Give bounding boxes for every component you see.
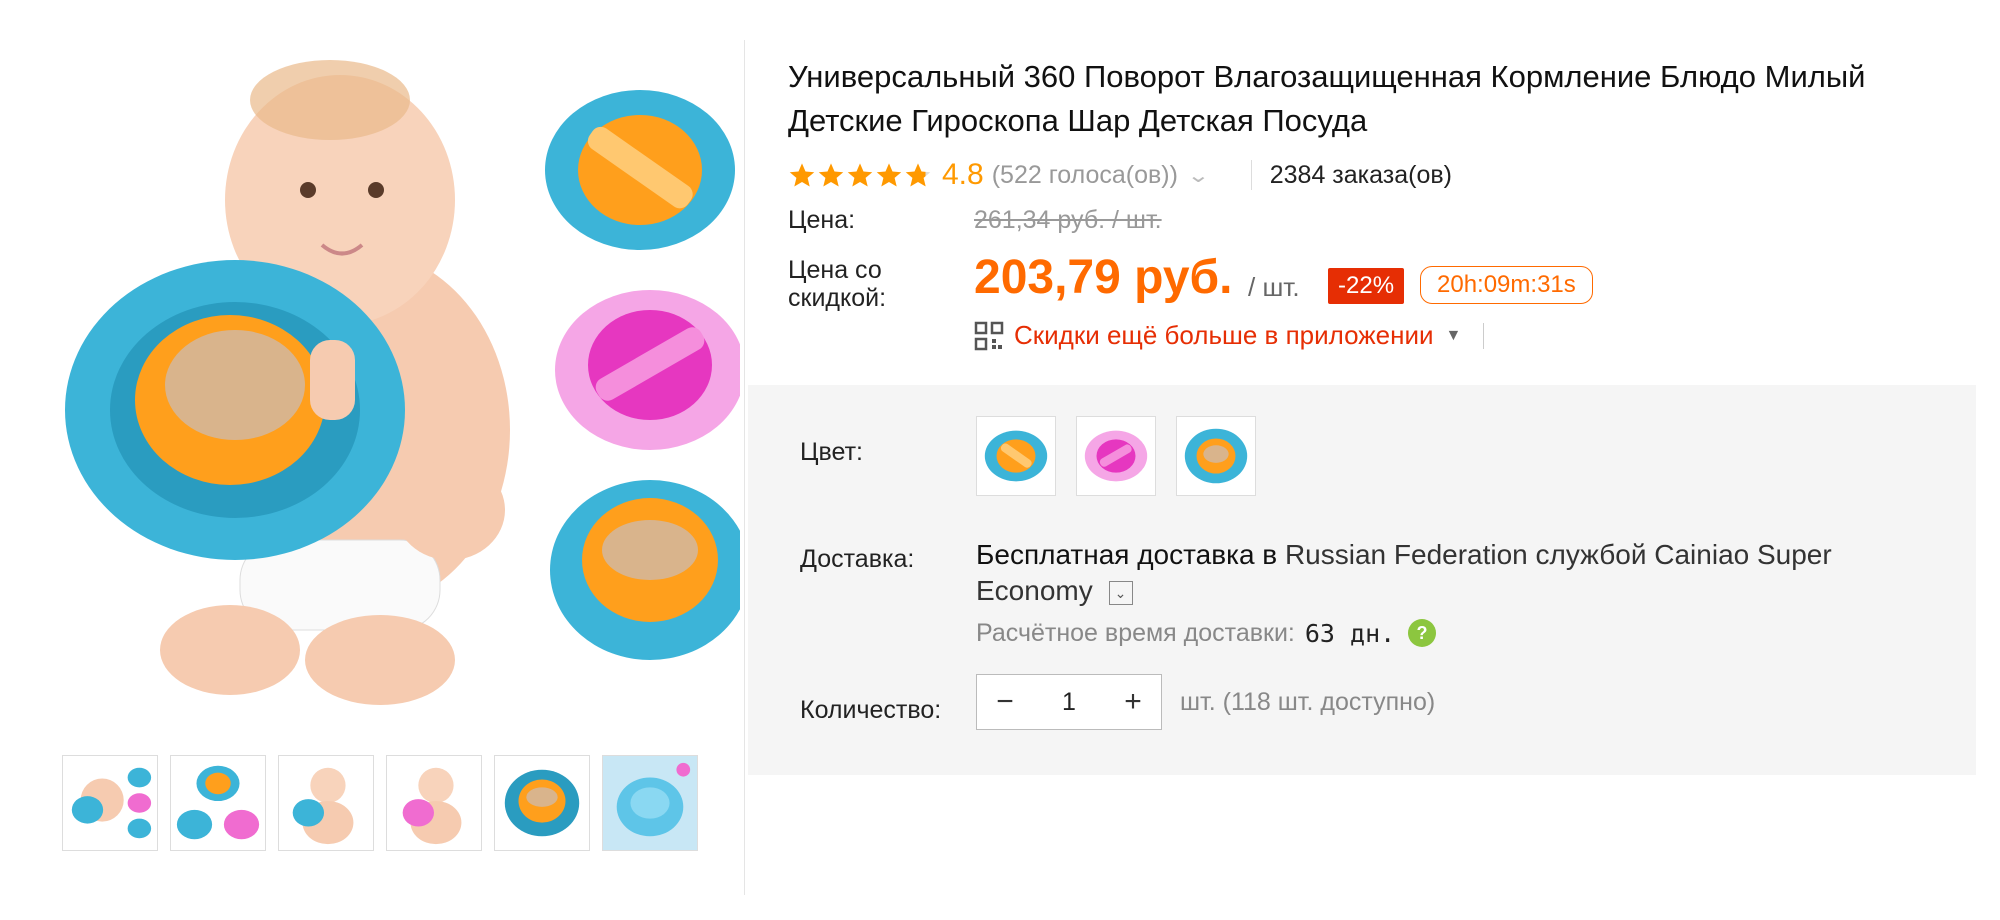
caret-down-icon[interactable]: ▼ bbox=[1446, 327, 1462, 345]
chevron-down-icon[interactable]: ⌄ bbox=[1187, 163, 1210, 188]
product-title: Универсальный 360 Поворот Влагозащищенна… bbox=[788, 59, 1866, 138]
color-option-orange-blue[interactable] bbox=[976, 416, 1056, 496]
current-price: 203,79 руб. bbox=[974, 251, 1233, 304]
votes-count[interactable]: (522 голоса(ов)) bbox=[992, 161, 1178, 190]
free-shipping-text: Бесплатная доставка в bbox=[976, 539, 1278, 570]
help-icon[interactable]: ? bbox=[1407, 618, 1437, 648]
app-promo[interactable]: Скидки ещё больше в приложении ▼ bbox=[974, 320, 1485, 351]
price-unit: / шт. bbox=[1248, 272, 1300, 302]
rating-row: 4.8 (522 голоса(ов)) ⌄ 2384 заказа(ов) bbox=[788, 153, 1452, 197]
eta-label: Расчётное время доставки: bbox=[976, 618, 1295, 647]
app-promo-text: Скидки ещё больше в приложении bbox=[1014, 320, 1434, 350]
star-icon bbox=[818, 163, 844, 187]
thumbnail-5[interactable] bbox=[494, 755, 590, 851]
thumbnail-2[interactable] bbox=[170, 755, 266, 851]
thumbnail-6[interactable] bbox=[602, 755, 698, 851]
countdown-timer: 20h:09m:31s bbox=[1420, 266, 1593, 304]
svg-text:?: ? bbox=[1417, 623, 1428, 643]
price-label: Цена: bbox=[788, 206, 856, 234]
eta-value: 63 дн. bbox=[1304, 618, 1396, 648]
quantity-stepper: − 1 + bbox=[976, 674, 1162, 730]
quantity-label: Количество: bbox=[800, 696, 942, 724]
star-icon bbox=[789, 163, 815, 187]
quantity-plus-button[interactable]: + bbox=[1105, 685, 1161, 719]
shipping-label: Доставка: bbox=[800, 545, 915, 573]
star-icon bbox=[905, 163, 931, 187]
discount-price-label: Цена со скидкой: bbox=[788, 256, 887, 312]
chevron-down-icon[interactable]: ⌄ bbox=[1108, 580, 1133, 605]
divider bbox=[1250, 160, 1252, 190]
thumbnail-4[interactable] bbox=[386, 755, 482, 851]
quantity-available: шт. (118 шт. доступно) bbox=[1180, 688, 1436, 716]
color-option-pink[interactable] bbox=[1076, 416, 1156, 496]
star-icon bbox=[876, 163, 902, 187]
thumbnail-3[interactable] bbox=[278, 755, 374, 851]
qr-code-icon bbox=[974, 321, 1004, 350]
main-product-image[interactable] bbox=[60, 40, 750, 730]
divider bbox=[1483, 322, 1485, 349]
discount-badge: -22% bbox=[1328, 268, 1405, 304]
original-price: 261,34 руб. / шт. bbox=[974, 206, 1162, 234]
quantity-input[interactable]: 1 bbox=[1033, 688, 1105, 717]
color-option-blue-orange[interactable] bbox=[1176, 416, 1256, 496]
thumbnail-strip bbox=[62, 755, 698, 851]
star-icon bbox=[847, 163, 873, 187]
shipping-info: Бесплатная доставка в Russian Federation… bbox=[976, 537, 1876, 609]
rating-value: 4.8 bbox=[942, 158, 984, 191]
color-label: Цвет: bbox=[800, 438, 863, 466]
column-divider bbox=[744, 40, 745, 895]
thumbnail-1[interactable] bbox=[62, 755, 158, 851]
product-gallery bbox=[60, 40, 750, 900]
star-rating bbox=[788, 161, 932, 189]
delivery-eta: Расчётное время доставки: 63 дн. ? bbox=[976, 618, 1437, 648]
orders-count: 2384 заказа(ов) bbox=[1269, 160, 1452, 189]
quantity-minus-button[interactable]: − bbox=[977, 685, 1033, 719]
color-options bbox=[976, 416, 1256, 496]
